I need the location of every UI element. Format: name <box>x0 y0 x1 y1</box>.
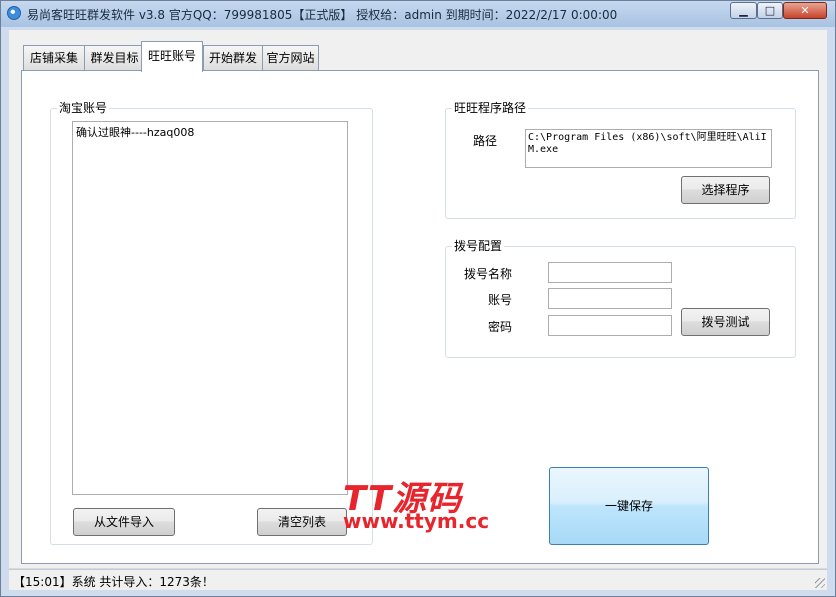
path-label: 路径 <box>473 134 498 148</box>
status-text: 【15:01】系统 共计导入：1273条！ <box>13 575 214 589</box>
wangwang-path-group: 旺旺程序路径 路径 C:\Program Files (x86)\soft\阿里… <box>445 101 796 219</box>
path-field[interactable]: C:\Program Files (x86)\soft\阿里旺旺\AliIM.e… <box>525 129 772 168</box>
window-title: 易尚客旺旺群发软件 v3.8 官方QQ：799981805【正式版】 授权给：a… <box>27 8 618 22</box>
watermark-url: www.ttym.cc <box>343 509 490 533</box>
dial-config-group: 拨号配置 拨号名称 账号 密码 拨号测试 <box>445 239 796 358</box>
maximize-button[interactable]: □ <box>757 2 783 19</box>
save-all-button[interactable]: 一键保存 <box>549 467 709 545</box>
dial-password-field[interactable] <box>548 315 672 336</box>
tab-start-sending[interactable]: 开始群发 <box>203 45 263 70</box>
title-bar[interactable]: 易尚客旺旺群发软件 v3.8 官方QQ：799981805【正式版】 授权给：a… <box>1 1 835 27</box>
dial-account-label: 账号 <box>488 293 513 307</box>
import-from-file-button[interactable]: 从文件导入 <box>73 508 175 536</box>
close-button[interactable]: ✕ <box>783 2 827 19</box>
taobao-accounts-list[interactable]: 确认过眼神----hzaq008 <box>72 121 348 495</box>
status-bar: 【15:01】系统 共计导入：1273条！ <box>9 569 827 590</box>
dial-password-label: 密码 <box>488 320 513 334</box>
clear-list-button[interactable]: 清空列表 <box>257 508 347 536</box>
tab-send-targets[interactable]: 群发目标 <box>84 45 145 70</box>
dial-name-label: 拨号名称 <box>464 267 513 281</box>
minimize-button[interactable]: ▁ <box>730 2 757 19</box>
dial-name-field[interactable] <box>548 262 672 283</box>
tab-shop-collect[interactable]: 店铺采集 <box>23 45 85 70</box>
choose-program-button[interactable]: 选择程序 <box>681 176 770 204</box>
taobao-accounts-title: 淘宝账号 <box>57 101 110 115</box>
dial-test-button[interactable]: 拨号测试 <box>681 308 770 336</box>
tab-wangwang-accounts[interactable]: 旺旺账号 <box>141 41 203 72</box>
dial-config-title: 拨号配置 <box>452 239 505 253</box>
app-window: 易尚客旺旺群发软件 v3.8 官方QQ：799981805【正式版】 授权给：a… <box>0 0 836 597</box>
wangwang-path-title: 旺旺程序路径 <box>452 101 529 115</box>
tab-official-site[interactable]: 官方网站 <box>262 45 319 70</box>
app-icon <box>7 6 21 20</box>
taobao-accounts-group: 淘宝账号 确认过眼神----hzaq008 从文件导入 清空列表 <box>50 101 373 545</box>
dial-account-field[interactable] <box>548 288 672 309</box>
resize-grip-icon[interactable] <box>815 578 825 588</box>
list-item[interactable]: 确认过眼神----hzaq008 <box>76 124 194 140</box>
